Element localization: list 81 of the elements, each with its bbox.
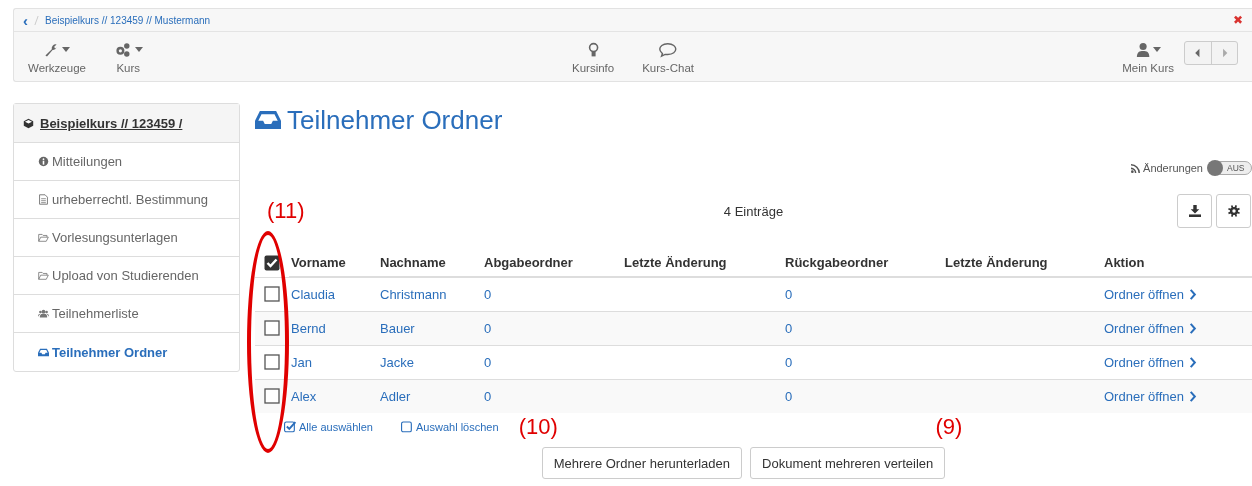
entry-count: 4 Einträge [723, 203, 784, 219]
close-icon[interactable]: ✖ [1233, 13, 1243, 27]
breadcrumb-link[interactable]: Beispielkurs // 123459 // Mustermann [45, 14, 211, 26]
toggle-switch[interactable]: AUS [1208, 161, 1252, 175]
changes-label: Änderungen [1143, 162, 1203, 174]
open-folder-link[interactable]: Ordner öffnen [1104, 320, 1197, 336]
checkbox[interactable] [264, 320, 280, 336]
caret-icon [134, 47, 143, 52]
annotation-label: (10) [518, 414, 558, 440]
folder-icon [38, 232, 49, 243]
toolbar-label: Mein Kurs [1122, 62, 1174, 74]
annotation-label: (9) [935, 414, 963, 440]
sidebar-item[interactable]: Vorlesungsunterlagen [14, 219, 239, 257]
download-icon [1188, 205, 1201, 217]
page-title: Teilnehmer Ordner [287, 104, 503, 136]
rss-icon [1131, 163, 1141, 173]
checkbox[interactable] [264, 286, 280, 302]
checkbox-icon [401, 420, 414, 433]
table-link[interactable]: 0 [785, 320, 793, 336]
sidebar-item[interactable]: urheberrechtl. Bestimmung [14, 181, 239, 219]
speech-bubble-icon [658, 41, 678, 58]
toolbar-button[interactable]: Kursinfo [572, 41, 615, 74]
open-folder-link[interactable]: Ordner öffnen [1104, 354, 1197, 370]
sidebar-item[interactable]: Mitteilungen [14, 143, 239, 181]
document-icon [38, 194, 49, 205]
toolbar-button[interactable]: Werkzeuge [28, 41, 86, 74]
selection-link[interactable]: Alle auswählen [284, 420, 373, 433]
checkbox[interactable] [264, 354, 280, 370]
user-icon [1135, 41, 1150, 58]
chevron-right-icon [1189, 390, 1197, 402]
table-link[interactable]: 0 [785, 388, 793, 404]
people-icon [38, 308, 49, 319]
table-link[interactable]: Christmann [380, 286, 447, 302]
table-link[interactable]: Bernd [291, 320, 326, 336]
annotation-label: (11) [267, 198, 305, 223]
table-link[interactable]: 0 [484, 388, 492, 404]
table-link[interactable]: 0 [484, 354, 492, 370]
checkbox[interactable] [264, 254, 280, 271]
lightbulb-icon [587, 41, 599, 58]
table-link[interactable]: 0 [484, 320, 492, 336]
table-link[interactable]: 0 [785, 286, 793, 302]
action-button[interactable]: Mehrere Ordner herunterladen [541, 447, 743, 479]
toolbar-button[interactable]: Mein Kurs [1122, 41, 1174, 74]
settings-button[interactable] [1216, 194, 1251, 228]
back-link[interactable]: ‹ [23, 12, 28, 28]
sidebar-item[interactable]: Teilnehmerliste [14, 295, 239, 333]
table-link[interactable]: 0 [484, 286, 492, 302]
table-link[interactable]: 0 [785, 354, 793, 370]
table-link[interactable]: Jacke [380, 354, 414, 370]
sidebar-item[interactable]: Upload von Studierenden [14, 257, 239, 295]
toolbar-label: Kurs-Chat [642, 62, 694, 74]
settings-icon [1227, 205, 1240, 217]
toolbar-button[interactable]: Kurs-Chat [642, 41, 694, 74]
chevron-right-icon [1189, 322, 1197, 334]
open-folder-link[interactable]: Ordner öffnen [1104, 286, 1197, 302]
download-button[interactable] [1177, 194, 1212, 228]
chevron-right-icon [1189, 356, 1197, 368]
inbox-icon [38, 346, 49, 358]
selection-link[interactable]: Auswahl löschen [401, 420, 499, 433]
checkbox[interactable] [264, 388, 280, 405]
table-link[interactable]: Jan [291, 354, 312, 370]
chevron-right-icon [1189, 288, 1197, 300]
toolbar-label: Kurs [116, 62, 141, 74]
caret-icon [1152, 47, 1161, 52]
checkbox-icon [284, 420, 297, 433]
table-link[interactable]: Adler [380, 388, 411, 404]
caret-icon [62, 47, 71, 52]
table-link[interactable]: Bauer [380, 320, 415, 336]
toolbar-label: Werkzeuge [28, 62, 86, 74]
folder-icon [38, 270, 49, 281]
toolbar-button[interactable]: Kurs [113, 41, 143, 74]
cube-icon [23, 117, 34, 129]
sidebar-item[interactable]: Teilnehmer Ordner [14, 333, 239, 371]
inbox-icon [255, 109, 281, 131]
table-link[interactable]: Alex [291, 388, 317, 404]
table-link[interactable]: Claudia [291, 286, 336, 302]
gears-icon [113, 41, 132, 58]
info-icon [38, 156, 49, 167]
action-button[interactable]: Dokument mehreren verteilen [750, 447, 946, 479]
toolbar-label: Kursinfo [572, 62, 615, 74]
open-folder-link[interactable]: Ordner öffnen [1104, 388, 1197, 404]
